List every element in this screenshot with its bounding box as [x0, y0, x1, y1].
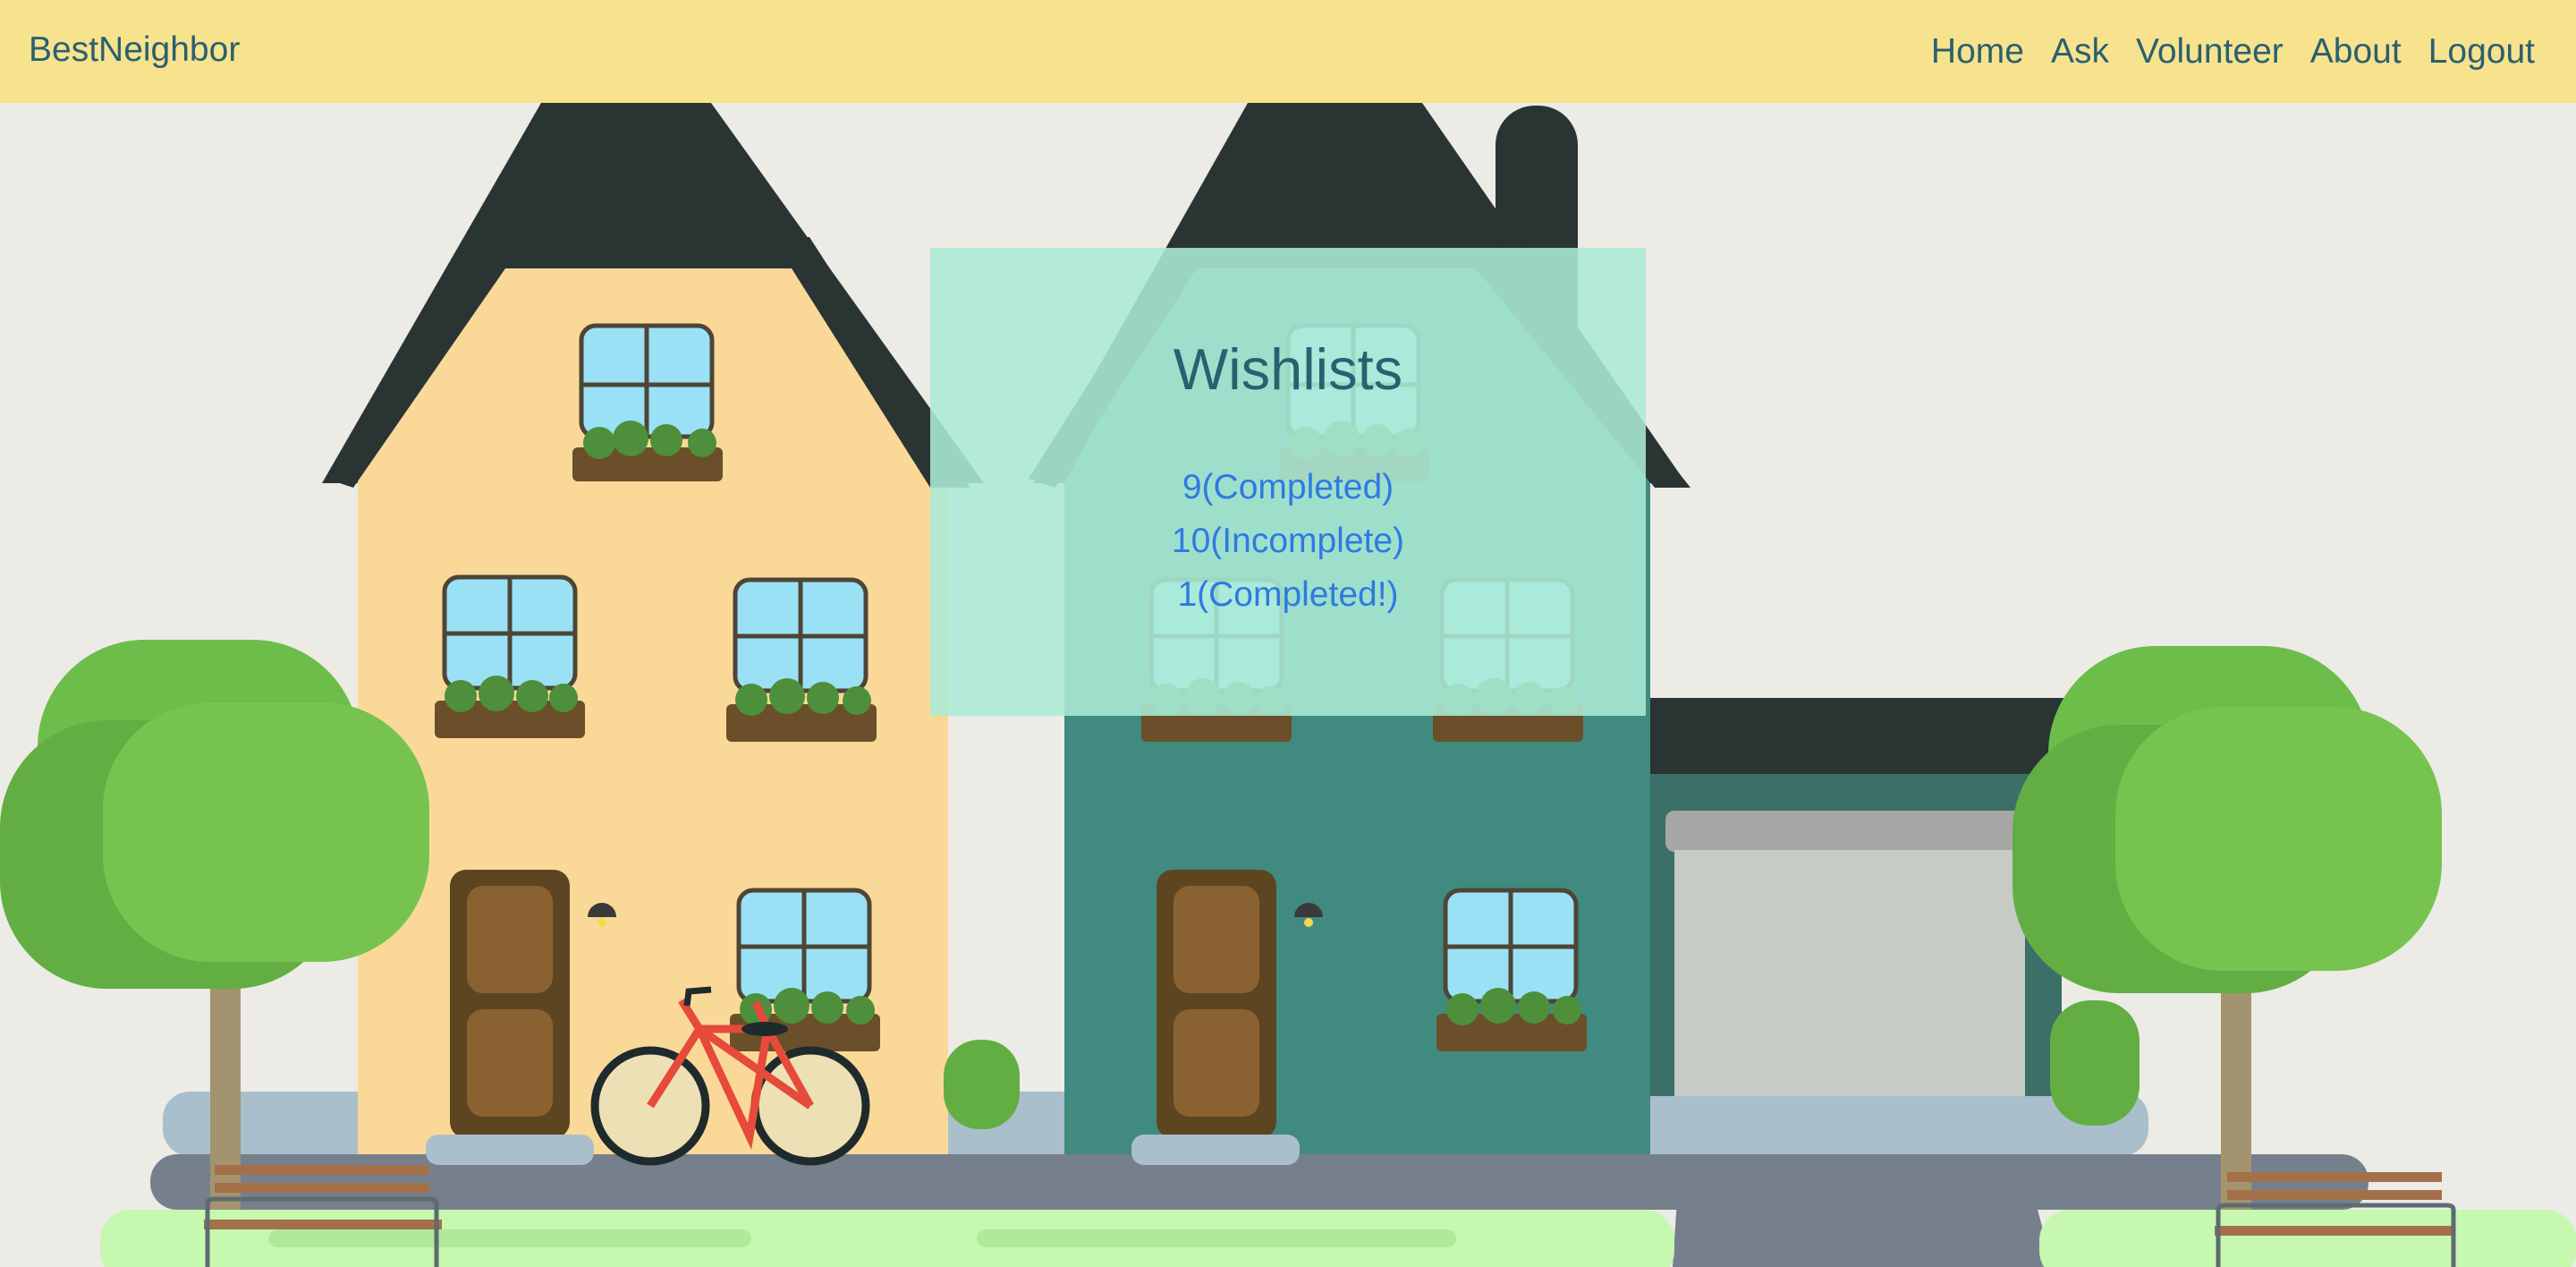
nav-ask-link[interactable]: Ask	[2051, 2, 2109, 102]
wishlist-link-completed[interactable]: 9(Completed)	[1182, 468, 1394, 506]
wishlists-title: Wishlists	[1173, 336, 1403, 402]
wishlist-list: 9(Completed) 10(Incomplete) 1(Completed!…	[930, 461, 1646, 622]
nav-links: Home Ask Volunteer About Logout	[1931, 0, 2535, 103]
driveway	[1673, 1199, 2053, 1267]
nav-logout-link[interactable]: Logout	[2428, 2, 2535, 102]
wishlist-link-incomplete[interactable]: 10(Incomplete)	[1172, 522, 1404, 560]
brand-link[interactable]: BestNeighbor	[29, 0, 240, 103]
garage	[1646, 698, 2066, 1096]
nav-volunteer-link[interactable]: Volunteer	[2136, 2, 2284, 102]
wishlists-panel: Wishlists 9(Completed) 10(Incomplete) 1(…	[930, 248, 1646, 716]
nav-home-link[interactable]: Home	[1931, 2, 2024, 102]
grass	[100, 1210, 2576, 1267]
nav-about-link[interactable]: About	[2310, 2, 2402, 102]
wishlist-link-completed-excl[interactable]: 1(Completed!)	[1177, 575, 1398, 614]
navbar: BestNeighbor Home Ask Volunteer About Lo…	[0, 0, 2576, 103]
list-item: 1(Completed!)	[930, 568, 1646, 622]
list-item: 9(Completed)	[930, 461, 1646, 514]
list-item: 10(Incomplete)	[930, 514, 1646, 568]
